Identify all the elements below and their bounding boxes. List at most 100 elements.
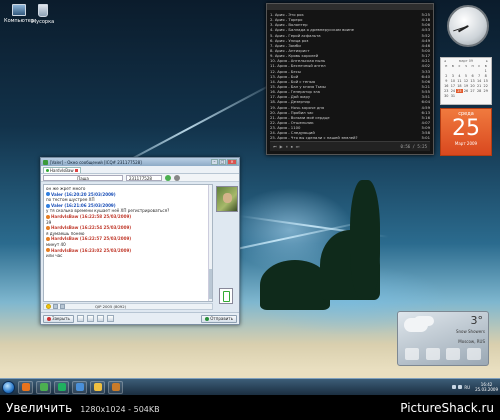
- taskbar-app[interactable]: [90, 380, 105, 394]
- calendar-day[interactable]: 17: [450, 84, 457, 88]
- calendar-day[interactable]: 28: [476, 89, 483, 93]
- weather-condition: Snow Showers: [455, 329, 485, 334]
- calendar-day[interactable]: 15: [482, 79, 489, 83]
- quote-icon[interactable]: [96, 315, 104, 322]
- calendar-day[interactable]: 1: [482, 69, 489, 73]
- taskbar-app[interactable]: [72, 380, 87, 394]
- calendar-day: [450, 69, 457, 73]
- snow-cloud-icon: [404, 318, 428, 332]
- next-icon[interactable]: ⏭: [296, 144, 300, 149]
- calendar-day[interactable]: 19: [463, 84, 470, 88]
- volume-icon[interactable]: [458, 385, 463, 389]
- message-log[interactable]: он же жрет много Valer (16:20:20 25/03/20…: [43, 184, 213, 302]
- close-chat-button[interactable]: Закрыть: [43, 314, 74, 323]
- close-button[interactable]: ×: [227, 159, 237, 165]
- scrollbar-thumb[interactable]: [209, 269, 212, 299]
- calendar-day-card[interactable]: среда 25 Март 2009: [440, 108, 492, 156]
- pause-icon[interactable]: ⏸: [286, 144, 288, 149]
- forecast-day: [446, 348, 461, 360]
- palm-tree: [350, 180, 380, 300]
- calendar-day[interactable]: 29: [482, 89, 489, 93]
- calendar-day[interactable]: 3: [450, 74, 457, 78]
- calendar-day[interactable]: 22: [482, 84, 489, 88]
- forecast-day: [466, 348, 481, 360]
- tray-clock[interactable]: 16:42 25.03.2009: [475, 382, 498, 392]
- play-icon[interactable]: ▶: [280, 144, 283, 149]
- outgoing-message-icon: [46, 225, 50, 230]
- chat-message: Valer (16:21:06 25/03/2009) у тя сколько …: [46, 203, 210, 214]
- file-transfer-icon[interactable]: [86, 315, 94, 322]
- recycle-bin-icon: [38, 4, 48, 17]
- taskbar-app[interactable]: [54, 380, 69, 394]
- track-position: 0:56 / 5:25: [400, 144, 428, 149]
- start-button[interactable]: [2, 380, 15, 394]
- minimize-button[interactable]: –: [211, 159, 218, 165]
- zoom-link[interactable]: Увеличить: [6, 401, 72, 415]
- calendar-day[interactable]: 5: [463, 74, 470, 78]
- color-icon[interactable]: [60, 304, 65, 309]
- qip-titlebar[interactable]: [Valer] - Окно сообщений [ICQ# 231177528…: [41, 158, 239, 166]
- chat-message: HardvIsBaw (16:22:58 25/03/2009) 39: [46, 214, 210, 225]
- contact-avatar: [216, 186, 238, 212]
- smiley-icon[interactable]: [46, 304, 51, 309]
- taskbar: RU 16:42 25.03.2009: [0, 378, 500, 395]
- player-titlebar[interactable]: [267, 4, 433, 10]
- forecast-day: [405, 348, 420, 360]
- contact-info-icon[interactable]: [174, 174, 180, 181]
- calendar-day[interactable]: 31: [450, 94, 457, 98]
- calendar-day[interactable]: 26: [463, 89, 470, 93]
- translit-icon[interactable]: [106, 315, 114, 322]
- calendar-next-icon[interactable]: ▸: [486, 59, 488, 63]
- contact-status-icon[interactable]: [165, 174, 171, 181]
- outgoing-message-icon: [46, 214, 50, 219]
- calendar-grid: п в с ч п с в 1 2 3 4 5 6 7 8 9 10 11 12 13 14 15 16 17 18 19 20 21…: [441, 64, 491, 98]
- calendar-day[interactable]: 24: [450, 89, 457, 93]
- contact-nick-field[interactable]: Паша: [43, 174, 123, 181]
- calendar-gadget[interactable]: ◂ март 09 ▸ п в с ч п с в 1 2 3 4 5 6 7 8 9 10 11 12 13 14 15 16…: [440, 57, 492, 105]
- winamp-icon: [111, 383, 120, 391]
- font-icon: [75, 383, 84, 391]
- tab-contact[interactable]: HardvIsBaw: [43, 166, 81, 173]
- calendar-day[interactable]: 8: [482, 74, 489, 78]
- maximize-button[interactable]: □: [219, 159, 226, 165]
- desktop-icon-recycle-bin[interactable]: Мусорка: [26, 4, 60, 25]
- language-indicator[interactable]: RU: [464, 385, 470, 390]
- taskbar-apps: [18, 380, 123, 394]
- client-version: QIP 2005 (8092): [95, 304, 127, 309]
- stop-icon[interactable]: ⏹: [291, 144, 293, 149]
- calendar-day[interactable]: 14: [476, 79, 483, 83]
- calendar-day[interactable]: 10: [450, 79, 457, 83]
- weather-forecast: [402, 348, 484, 362]
- prev-icon[interactable]: ⏮: [273, 144, 277, 149]
- network-icon[interactable]: [452, 385, 457, 389]
- calendar-day[interactable]: 12: [463, 79, 470, 83]
- message-list: он же жрет много Valer (16:20:20 25/03/20…: [46, 186, 210, 259]
- send-button[interactable]: Отправить: [201, 314, 237, 323]
- close-chat-label: Закрыть: [52, 316, 70, 321]
- taskbar-app[interactable]: [36, 380, 51, 394]
- qip-chat-window[interactable]: [Valer] - Окно сообщений [ICQ# 231177528…: [40, 157, 240, 325]
- calendar-prev-icon[interactable]: ◂: [444, 59, 446, 63]
- qip-icon: [43, 159, 48, 165]
- weather-gadget[interactable]: 3° Snow Showers Moscow, RUS: [397, 311, 489, 366]
- message-log-scrollbar[interactable]: [208, 185, 212, 301]
- media-player-window[interactable]: 1. Ария - Это рок 5:25 2. Ария - Тореро 4:1…: [266, 3, 434, 155]
- calendar-day[interactable]: 21: [476, 84, 483, 88]
- close-tab-icon[interactable]: [74, 168, 78, 172]
- send-label: Отправить: [210, 316, 233, 321]
- tab-label: HardvIsBaw: [50, 167, 74, 173]
- desktop: { "desktop": { "icons": [ {"label": "Ком…: [0, 0, 500, 420]
- history-icon[interactable]: [76, 315, 84, 322]
- taskbar-app[interactable]: [108, 380, 123, 394]
- contact-uin-field[interactable]: 231177528: [126, 174, 162, 181]
- brand-link[interactable]: PictureShack.ru: [400, 401, 494, 415]
- clock-gadget[interactable]: [447, 5, 489, 47]
- window-title: [Valer] - Окно сообщений [ICQ# 231177528…: [50, 159, 142, 165]
- online-status-icon: [46, 168, 49, 172]
- calendar-day[interactable]: 7: [476, 74, 483, 78]
- calendar-weekday: в: [484, 64, 487, 68]
- image-meta: 1280x1024 - 504KB: [80, 404, 160, 414]
- taskbar-app[interactable]: [18, 380, 33, 394]
- chat-tabs: HardvIsBaw: [41, 166, 239, 174]
- font-icon[interactable]: [53, 304, 58, 309]
